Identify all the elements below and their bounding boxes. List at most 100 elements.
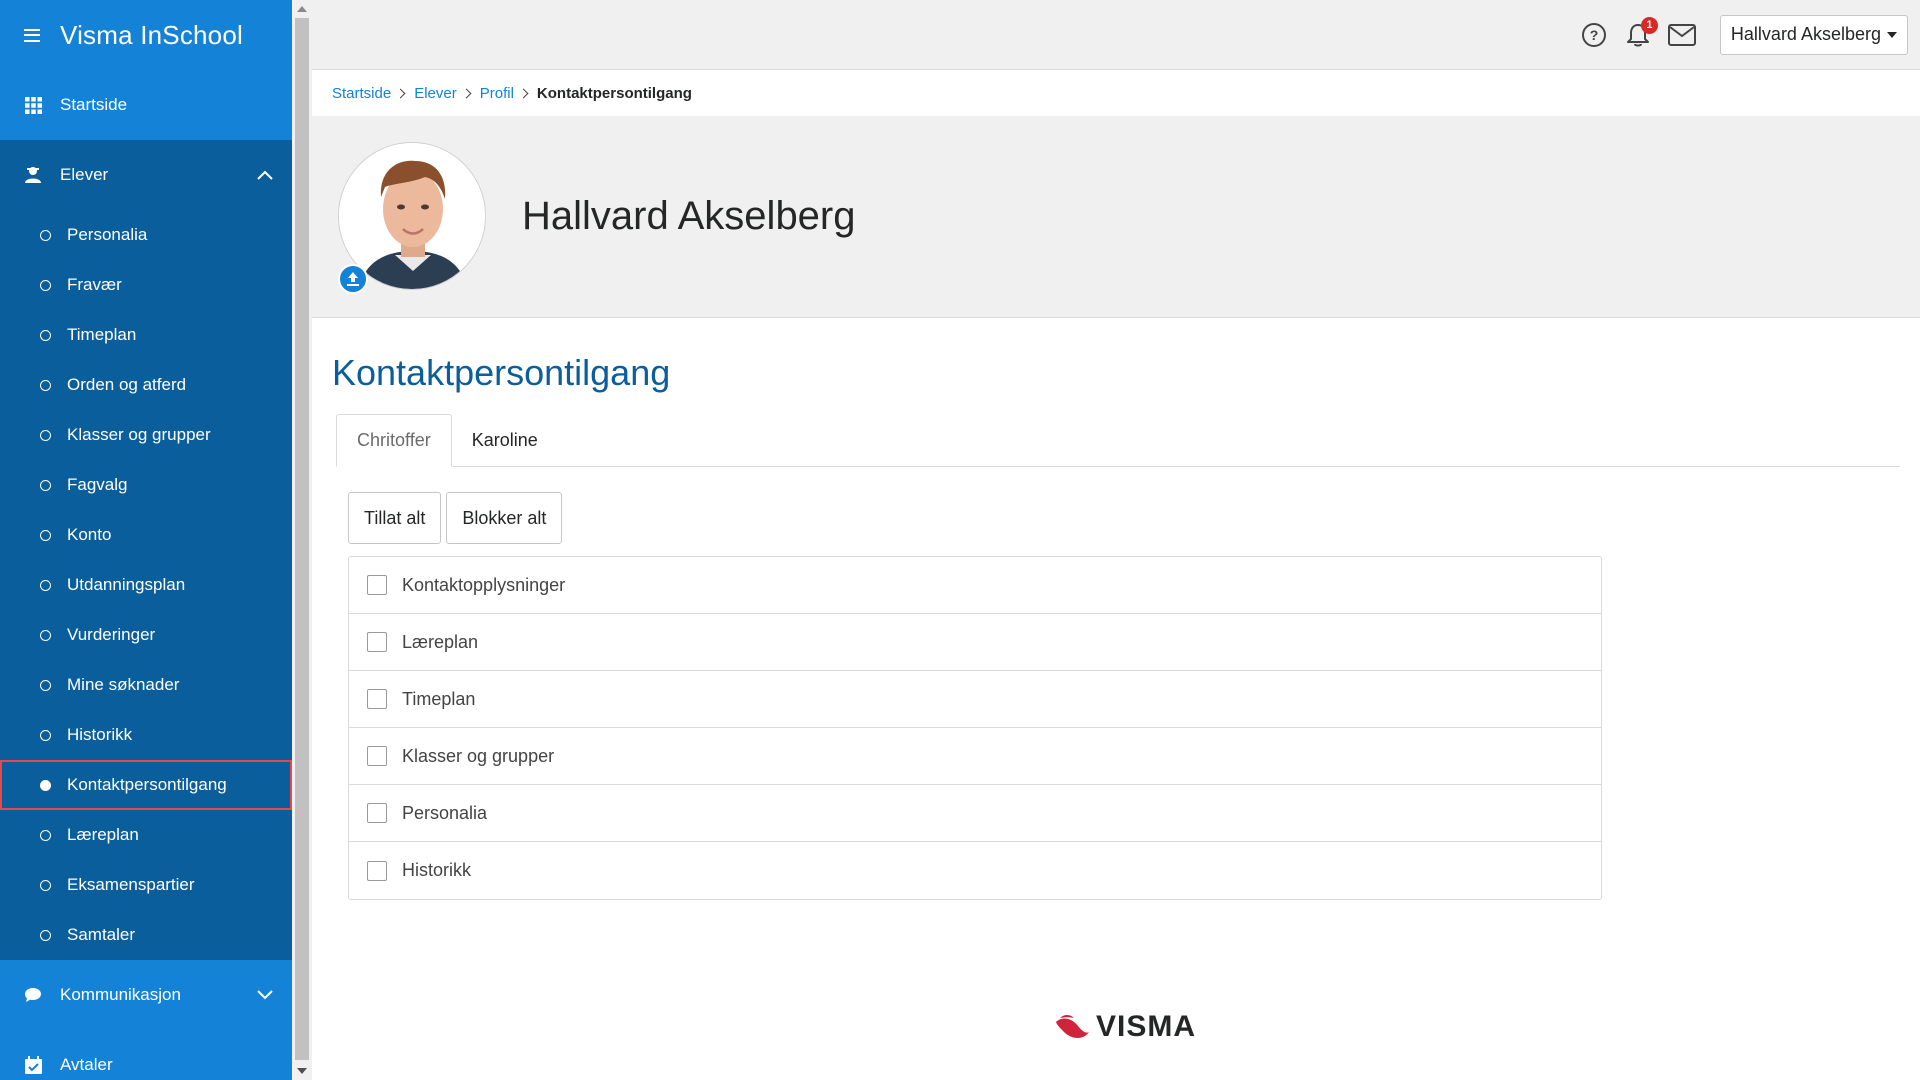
sidebar-subitem[interactable]: Fagvalg bbox=[0, 460, 292, 510]
permission-row: Historikk bbox=[349, 842, 1601, 899]
tab-chritoffer[interactable]: Chritoffer bbox=[336, 414, 452, 467]
permission-checkbox[interactable] bbox=[367, 689, 387, 709]
sidebar-subitem-label: Konto bbox=[67, 525, 112, 544]
visma-swoosh-icon bbox=[1056, 1015, 1089, 1038]
block-all-button[interactable]: Blokker alt bbox=[446, 492, 563, 544]
circle-icon bbox=[40, 579, 51, 591]
sidebar-subitem-label: Vurderinger bbox=[67, 625, 156, 644]
sidebar-subitem[interactable]: Personalia bbox=[0, 210, 292, 260]
sidebar-subitem-label: Fagvalg bbox=[67, 475, 128, 494]
content: Kontaktpersontilgang Chritoffer Karoline… bbox=[312, 318, 1920, 900]
sidebar-section-kommunikasjon[interactable]: Kommunikasjon bbox=[0, 960, 292, 1030]
sidebar-subitem[interactable]: Konto bbox=[0, 510, 292, 560]
main-area: ? 1 Hallvard Akselberg Startside Elever … bbox=[312, 0, 1920, 1080]
grid-icon bbox=[24, 96, 42, 114]
permission-checkbox[interactable] bbox=[367, 575, 387, 595]
calendar-check-icon bbox=[24, 1056, 42, 1074]
avatar-container bbox=[338, 141, 488, 294]
permission-row: Kontaktopplysninger bbox=[349, 557, 1601, 614]
chevron-right-icon bbox=[461, 88, 472, 98]
sidebar-subitem-label: Kontaktpersontilgang bbox=[67, 775, 227, 794]
permission-row: Klasser og grupper bbox=[349, 728, 1601, 785]
chevron-down-icon[interactable] bbox=[256, 986, 274, 1004]
chat-bubble-icon bbox=[24, 986, 42, 1004]
sidebar-subitem[interactable]: Timeplan bbox=[0, 310, 292, 360]
circle-icon bbox=[40, 429, 51, 441]
sidebar-subitem[interactable]: Samtaler bbox=[0, 910, 292, 960]
visma-wordmark: VISMA bbox=[1096, 1010, 1197, 1043]
scroll-down-arrow-icon[interactable] bbox=[297, 1068, 307, 1074]
filled-circle-icon bbox=[40, 779, 51, 791]
circle-icon bbox=[40, 729, 51, 741]
sidebar-bottom: Kommunikasjon Avtaler bbox=[0, 960, 292, 1080]
sidebar-subitem[interactable]: Kontaktpersontilgang bbox=[0, 760, 292, 810]
allow-all-button[interactable]: Tillat alt bbox=[348, 492, 442, 544]
chevron-right-icon bbox=[518, 88, 529, 98]
permission-row: Timeplan bbox=[349, 671, 1601, 728]
sidebar-section-label: Elever bbox=[60, 165, 109, 184]
sidebar-subitem-label: Orden og atferd bbox=[67, 375, 187, 394]
help-icon[interactable]: ? bbox=[1580, 21, 1608, 49]
sidebar-section-label: Avtaler bbox=[60, 1055, 113, 1074]
sidebar-subitem-label: Samtaler bbox=[67, 925, 136, 944]
permission-list: Kontaktopplysninger Læreplan Timeplan Klass… bbox=[348, 556, 1602, 900]
svg-text:?: ? bbox=[1590, 27, 1599, 43]
sidebar-subitem-label: Eksamenspartier bbox=[67, 875, 195, 894]
top-bar: ? 1 Hallvard Akselberg bbox=[312, 0, 1920, 70]
sidebar-subitem[interactable]: Klasser og grupper bbox=[0, 410, 292, 460]
permission-row: Læreplan bbox=[349, 614, 1601, 671]
circle-icon bbox=[40, 279, 51, 291]
permission-row: Personalia bbox=[349, 785, 1601, 842]
scrollbar-thumb[interactable] bbox=[295, 18, 309, 1060]
circle-icon bbox=[40, 379, 51, 391]
bulk-actions: Tillat alt Blokker alt bbox=[332, 467, 1900, 544]
visma-logo: VISMA bbox=[1054, 1010, 1196, 1044]
sidebar-subitem[interactable]: Læreplan bbox=[0, 810, 292, 860]
permission-checkbox[interactable] bbox=[367, 803, 387, 823]
breadcrumb-link-profil[interactable]: Profil bbox=[480, 85, 514, 102]
hamburger-menu-icon[interactable] bbox=[24, 28, 40, 42]
breadcrumb-current: Kontaktpersontilgang bbox=[536, 84, 692, 102]
caret-down-icon bbox=[1887, 31, 1897, 38]
sidebar: Visma InSchool Startside Elever Personal… bbox=[0, 0, 292, 1080]
notification-badge: 1 bbox=[1640, 16, 1658, 34]
sidebar-subitem-label: Mine søknader bbox=[67, 675, 180, 694]
permission-checkbox[interactable] bbox=[367, 860, 387, 881]
permission-checkbox[interactable] bbox=[367, 632, 387, 652]
permission-label: Historikk bbox=[402, 860, 472, 880]
page-title: Kontaktpersontilgang bbox=[332, 352, 671, 393]
sidebar-subitem-label: Timeplan bbox=[67, 325, 137, 344]
tab-karoline[interactable]: Karoline bbox=[452, 414, 558, 467]
permission-label: Personalia bbox=[402, 802, 488, 823]
sidebar-subitem[interactable]: Orden og atferd bbox=[0, 360, 292, 410]
sidebar-section-avtaler[interactable]: Avtaler bbox=[0, 1030, 292, 1080]
circle-icon bbox=[40, 229, 51, 241]
sidebar-subitem[interactable]: Utdanningsplan bbox=[0, 560, 292, 610]
mail-icon[interactable] bbox=[1667, 21, 1696, 49]
permission-checkbox[interactable] bbox=[367, 746, 387, 766]
sidebar-subitem[interactable]: Mine søknader bbox=[0, 660, 292, 710]
permission-label: Klasser og grupper bbox=[402, 745, 555, 766]
breadcrumb-link-elever[interactable]: Elever bbox=[414, 85, 457, 102]
sidebar-item-startside[interactable]: Startside bbox=[0, 70, 292, 140]
sidebar-subitem[interactable]: Vurderinger bbox=[0, 610, 292, 660]
user-name: Hallvard Akselberg bbox=[1730, 24, 1881, 44]
bell-icon[interactable]: 1 bbox=[1624, 16, 1658, 49]
sidebar-section-elever[interactable]: Elever bbox=[0, 140, 292, 210]
sidebar-subitem[interactable]: Fravær bbox=[0, 260, 292, 310]
chevron-up-icon[interactable] bbox=[256, 166, 274, 184]
sidebar-subitem-label: Utdanningsplan bbox=[67, 575, 186, 594]
app-title[interactable]: Visma InSchool bbox=[60, 20, 243, 51]
circle-icon bbox=[40, 679, 51, 691]
circle-icon bbox=[40, 479, 51, 491]
upload-photo-icon[interactable] bbox=[338, 263, 368, 294]
circle-icon bbox=[40, 829, 51, 841]
breadcrumb-link-startside[interactable]: Startside bbox=[332, 85, 391, 102]
sidebar-scrollbar[interactable] bbox=[292, 0, 312, 1080]
sidebar-subitem-label: Fravær bbox=[67, 275, 122, 294]
sidebar-subitem[interactable]: Eksamenspartier bbox=[0, 860, 292, 910]
sidebar-subitem[interactable]: Historikk bbox=[0, 710, 292, 760]
sidebar-section-label: Kommunikasjon bbox=[60, 985, 181, 1004]
user-menu-button[interactable]: Hallvard Akselberg bbox=[1719, 14, 1908, 55]
scroll-up-arrow-icon[interactable] bbox=[297, 6, 307, 12]
